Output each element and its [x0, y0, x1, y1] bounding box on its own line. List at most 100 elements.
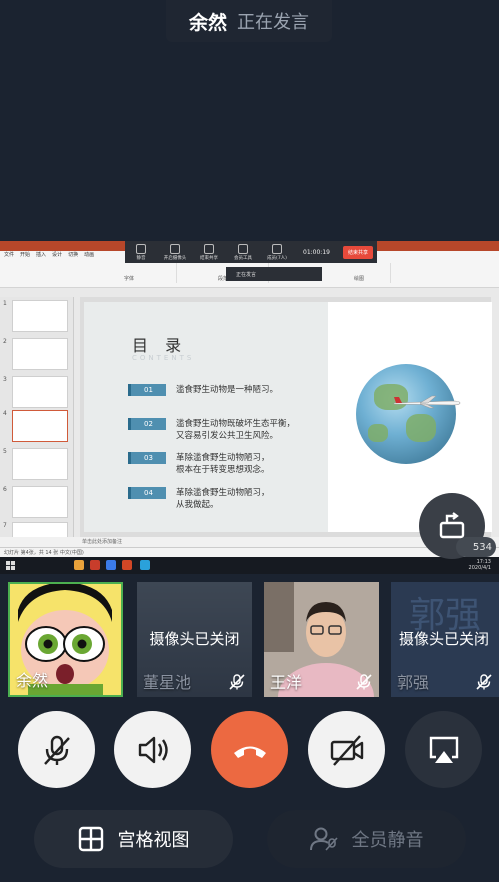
ribbon-tab: 开始: [20, 252, 31, 258]
speaker-status: 正在发言: [237, 12, 309, 33]
speaker-toggle-button[interactable]: [114, 711, 191, 788]
slide-thumbnail[interactable]: [12, 448, 68, 480]
participant-tile-dongxingchi[interactable]: 摄像头已关闭 董星池: [137, 582, 252, 697]
mute-all-button[interactable]: 全员静音: [267, 810, 466, 868]
taskbar-app-icon[interactable]: [74, 560, 84, 570]
toc-number: 02: [128, 418, 166, 430]
toolbar-members[interactable]: 成员(7人): [265, 243, 289, 261]
camera-off-label: 摄像头已关闭: [399, 630, 490, 648]
slide-thumbnails: 1 2 3 4 5 6 7: [0, 297, 74, 549]
share-icon: [204, 243, 214, 254]
ribbon-tab: 切换: [68, 252, 79, 258]
ribbon-tab: 动画: [84, 252, 95, 258]
toc-text: 革除滥食野生动物陋习， 从我做起。: [176, 488, 270, 510]
taskbar-app-icon[interactable]: [140, 560, 150, 570]
taskbar-app-icon[interactable]: [122, 560, 132, 570]
speaking-popup: 正在发言: [226, 267, 322, 281]
hang-up-icon: [233, 746, 266, 758]
end-share-button[interactable]: 结束共享: [342, 245, 373, 259]
thumb-number: 7: [3, 522, 7, 529]
taskbar-app-icon[interactable]: [106, 560, 116, 570]
participant-tile-yuran[interactable]: 余然: [8, 582, 123, 697]
ribbon-tab: 文件: [4, 252, 15, 258]
ribbon-group-font: 字体: [86, 263, 177, 283]
grid-view-button[interactable]: 宫格视图: [34, 810, 233, 868]
participant-name: 余然: [16, 671, 49, 690]
thumb-number: 5: [3, 448, 7, 455]
ribbon-group-draw: 绘图: [330, 263, 391, 283]
toc-text: 滥食野生动物既破坏生态平衡， 又容易引发公共卫生风险。: [176, 419, 296, 441]
toc-item: 04 革除滥食野生动物陋习， 从我做起。: [128, 487, 270, 511]
camera-icon: [170, 243, 180, 254]
participant-tile-wangyang[interactable]: 王洋: [264, 582, 379, 697]
camera-toggle-button[interactable]: [308, 711, 385, 788]
screen-mirror-button[interactable]: [405, 711, 482, 788]
slide-thumbnail[interactable]: [12, 486, 68, 518]
participant-tile-guoqiang[interactable]: 郭强 摄像头已关闭 郭强: [391, 582, 499, 697]
toolbar-label: 开启摄像头: [163, 255, 187, 261]
ribbon-group-caption: 绘图: [354, 276, 365, 282]
thumb-number: 4: [3, 410, 7, 417]
participant-name: 王洋: [270, 673, 303, 692]
toc-item: 01 滥食野生动物是一种陋习。: [128, 384, 278, 396]
participant-count-badge: 534: [456, 537, 496, 557]
slide-title: 目 录: [132, 336, 188, 355]
ribbon-tabs: 文件 开始 插入 设计 切换 动画: [0, 251, 139, 259]
mic-off-icon: [476, 674, 492, 690]
hang-up-button[interactable]: [211, 711, 288, 788]
grid-view-label: 宫格视图: [117, 830, 190, 851]
mic-off-icon: [43, 735, 70, 765]
mute-all-label: 全员静音: [351, 830, 424, 851]
mic-icon: [136, 243, 146, 254]
ribbon-tab: 设计: [52, 252, 63, 258]
speaking-indicator: 余然 正在发言: [166, 0, 332, 42]
toc-number: 01: [128, 384, 166, 396]
airplane-illustration: [393, 395, 461, 409]
airplay-icon: [429, 736, 458, 763]
taskbar-app-icon[interactable]: [90, 560, 100, 570]
ribbon-tab: 插入: [36, 252, 47, 258]
slide-thumbnail[interactable]: [12, 300, 68, 332]
ppt-status-bar: 幻灯片 第4张，共 14 张 中文(中国): [0, 547, 499, 557]
toc-number: 04: [128, 487, 166, 499]
meeting-toolbar: 静音 开启摄像头 结束共享 会员工具 成员(7人) 01:00:19 结束共享: [125, 241, 377, 263]
windows-start-icon[interactable]: [6, 561, 15, 570]
thumb-number: 1: [3, 300, 7, 307]
toolbar-mute[interactable]: 静音: [129, 243, 153, 261]
toolbar-label: 成员(7人): [267, 255, 287, 261]
speaking-popup-label: 正在发言: [236, 271, 257, 278]
toc-number: 03: [128, 452, 166, 464]
slide-thumbnail[interactable]: [12, 338, 68, 370]
mic-toggle-button[interactable]: [18, 711, 95, 788]
toolbar-tools[interactable]: 会员工具: [231, 243, 255, 261]
toc-item: 03 革除滥食野生动物陋习， 根本在于转变思想观念。: [128, 452, 270, 476]
slide-thumbnail-selected[interactable]: [12, 410, 68, 442]
thumb-number: 6: [3, 486, 7, 493]
taskbar-clock: 17:13 2020/4/1: [469, 559, 491, 571]
toolbar-label: 结束共享: [200, 255, 218, 261]
toolbar-label: 会员工具: [234, 255, 252, 261]
tools-icon: [238, 243, 248, 254]
slide-thumbnail[interactable]: [12, 376, 68, 408]
current-slide: 目 录 CONTENTS 01 滥食野生动物是一种陋习。 02 滥食野生动物既破…: [84, 302, 492, 532]
mic-off-icon: [356, 674, 372, 690]
participant-name: 董星池: [143, 673, 192, 692]
toc-text: 革除滥食野生动物陋习， 根本在于转变思想观念。: [176, 453, 270, 475]
grid-icon: [78, 826, 103, 852]
members-icon: [272, 243, 282, 254]
thumb-number: 2: [3, 338, 7, 345]
participant-name: 郭强: [397, 673, 430, 692]
clock-date: 2020/4/1: [468, 565, 491, 571]
mic-off-icon: [229, 674, 245, 690]
meeting-timer: 01:00:19: [303, 248, 330, 256]
toc-item: 02 滥食野生动物既破坏生态平衡， 又容易引发公共卫生风险。: [128, 418, 295, 442]
ribbon-group-caption: 字体: [124, 276, 135, 282]
camera-off-label: 摄像头已关闭: [149, 630, 240, 648]
toolbar-share[interactable]: 结束共享: [197, 243, 221, 261]
camera-off-icon: [330, 734, 363, 766]
toolbar-camera[interactable]: 开启摄像头: [163, 243, 187, 261]
mute-all-icon: [309, 827, 338, 851]
globe-illustration: [356, 364, 456, 464]
slide-subtitle: CONTENTS: [132, 354, 195, 362]
speaker-name: 余然: [188, 11, 227, 34]
